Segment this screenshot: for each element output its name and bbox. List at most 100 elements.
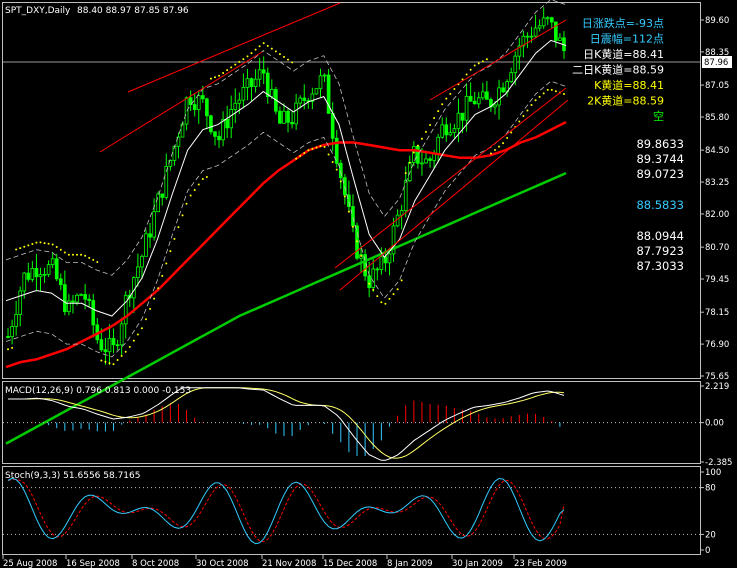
x-tick-label: 8 Oct 2008 xyxy=(132,559,179,568)
sar-dot xyxy=(453,88,456,91)
candle-body xyxy=(221,119,225,141)
sar-dot xyxy=(177,226,180,229)
candle-body xyxy=(160,193,165,198)
sar-dot xyxy=(291,61,294,64)
sar-dot xyxy=(554,90,557,93)
price-tick-label: 75.65 xyxy=(705,372,729,382)
sar-dot xyxy=(218,74,221,77)
sar-dot xyxy=(469,68,472,71)
sar-dot xyxy=(120,354,123,357)
candle-body xyxy=(75,294,79,303)
candle-body xyxy=(298,97,303,104)
candle-body xyxy=(472,100,477,105)
candle-body xyxy=(249,78,254,88)
candle-body xyxy=(63,284,67,313)
sar-dot xyxy=(67,253,70,256)
sar-dot xyxy=(15,248,18,251)
level-white: 89.0723 xyxy=(636,167,684,181)
candle-body xyxy=(261,69,266,74)
candle-body xyxy=(156,193,160,213)
sar-dot xyxy=(445,97,448,100)
candle-body xyxy=(257,69,262,80)
sar-dot xyxy=(307,149,310,152)
candle-body xyxy=(282,110,286,124)
sar-dot xyxy=(347,210,350,213)
sar-dot xyxy=(526,109,529,112)
sar-dot xyxy=(7,348,10,351)
sar-dot xyxy=(303,152,306,155)
candle-body xyxy=(265,72,270,97)
sar-dot xyxy=(238,60,241,63)
price-tick-label: 84.50 xyxy=(705,146,729,156)
x-tick-label: 30 Jan 2009 xyxy=(452,559,503,568)
candle-body xyxy=(537,25,542,29)
sar-dot xyxy=(392,293,395,296)
sar-dot xyxy=(315,146,318,149)
candle-body xyxy=(367,275,372,288)
sar-dot xyxy=(433,117,436,120)
x-tick-label: 21 Nov 2008 xyxy=(262,559,316,568)
sar-dot xyxy=(489,152,492,155)
sar-dot xyxy=(473,64,476,67)
sar-dot xyxy=(416,144,419,147)
sar-dot xyxy=(226,69,229,72)
sar-dot xyxy=(429,123,432,126)
sar-dot xyxy=(376,295,379,298)
macd-label: MACD(12,26,9) 0.796 0.813 0.000 -0.153 xyxy=(5,386,191,396)
sar-dot xyxy=(209,77,212,80)
sar-dot xyxy=(35,241,38,244)
sar-dot xyxy=(136,333,139,336)
sar-dot xyxy=(384,302,387,305)
level-white: 88.0944 xyxy=(636,229,684,243)
candle-body xyxy=(375,268,380,271)
stoch-label: Stoch(9,3,3) 51.6556 58.7165 xyxy=(5,471,140,481)
level-white: 87.7923 xyxy=(636,244,684,258)
candle-body xyxy=(387,253,392,264)
sar-dot xyxy=(493,149,496,152)
candle-body xyxy=(379,256,384,270)
sar-dot xyxy=(311,147,314,150)
sar-dot xyxy=(319,145,322,148)
candle-body xyxy=(558,37,562,41)
price-tick-label: 83.25 xyxy=(705,178,729,188)
sar-dot xyxy=(270,47,273,50)
candle-body xyxy=(144,233,148,257)
sar-dot xyxy=(230,66,233,69)
sar-dot xyxy=(197,183,200,186)
sar-dot xyxy=(339,180,342,183)
sar-dot xyxy=(506,137,509,140)
candle-body xyxy=(71,300,75,303)
macd-tick-label: 0.00 xyxy=(705,419,724,429)
candle-body xyxy=(318,75,323,90)
sar-dot xyxy=(108,362,111,365)
candle-body xyxy=(140,255,144,268)
sar-dot xyxy=(420,137,423,140)
candle-body xyxy=(509,72,514,83)
sar-dot xyxy=(153,297,156,300)
sar-dot xyxy=(404,172,407,175)
sar-dot xyxy=(550,88,553,91)
level-white: 89.3744 xyxy=(636,152,684,166)
stoch-tick-label: 80 xyxy=(705,484,716,494)
sar-dot xyxy=(213,76,216,79)
price-tick-label: 85.80 xyxy=(705,113,729,123)
level-white: 87.3033 xyxy=(636,259,684,273)
x-tick-label: 25 Aug 2008 xyxy=(3,559,57,568)
candle-body xyxy=(30,268,35,280)
sar-dot xyxy=(80,253,83,256)
candle-body xyxy=(554,21,558,41)
macd-tick-label: -2.385 xyxy=(705,458,732,468)
annotation-line: K黄道=88.41 xyxy=(594,78,664,92)
candle-body xyxy=(468,95,473,102)
candle-body xyxy=(485,91,489,100)
sar-dot xyxy=(449,92,452,95)
sar-dot xyxy=(181,214,184,217)
sar-dot xyxy=(343,195,346,198)
candle-body xyxy=(58,278,63,286)
sar-dot xyxy=(262,42,265,45)
candle-body xyxy=(91,300,96,326)
x-tick-label: 16 Sep 2008 xyxy=(66,559,120,568)
candle-body xyxy=(314,88,319,95)
sar-dot xyxy=(542,92,545,95)
candle-body xyxy=(302,97,307,102)
